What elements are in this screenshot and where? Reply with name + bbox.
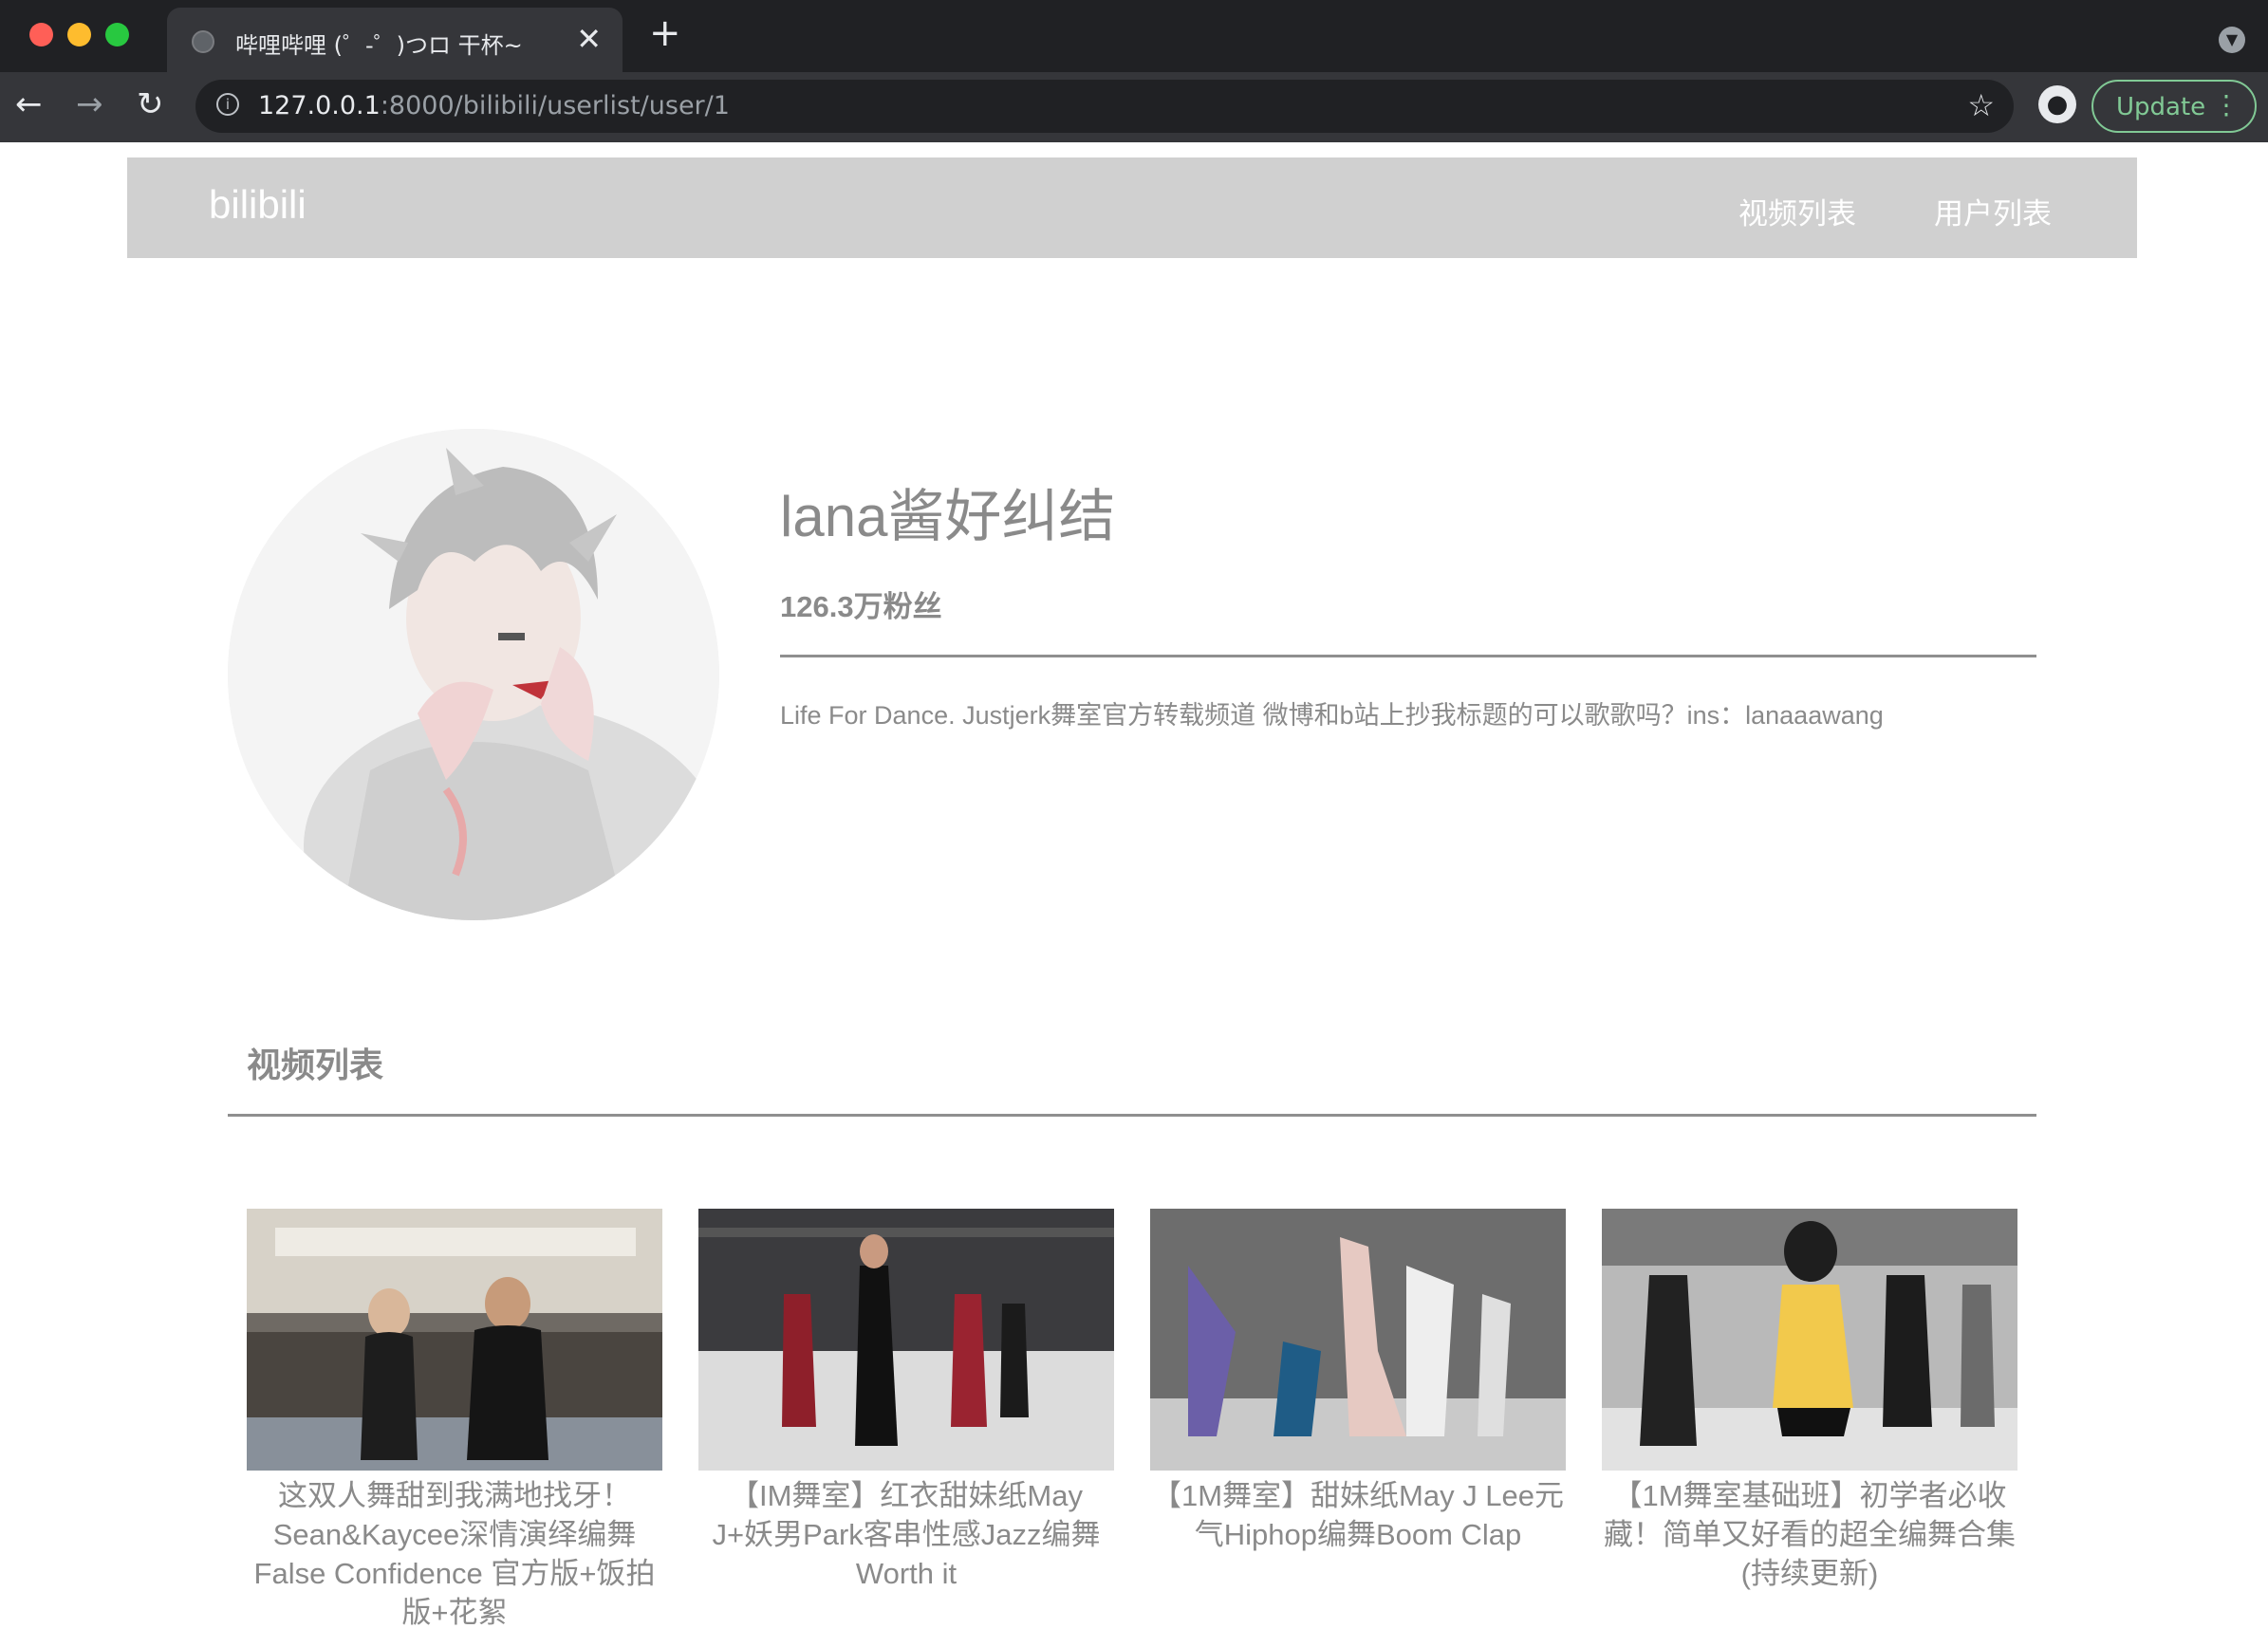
avatar	[228, 429, 719, 920]
divider	[780, 655, 2036, 657]
video-card[interactable]: 【1M舞室基础班】初学者必收藏！简单又好看的超全编舞合集(持续更新)	[1602, 1209, 2017, 1593]
close-icon[interactable]: ✕	[576, 21, 602, 57]
back-arrow-icon[interactable]: ←	[15, 85, 43, 123]
window-minimize-button[interactable]	[67, 23, 91, 46]
star-icon[interactable]: ☆	[1967, 87, 1995, 123]
video-thumbnail[interactable]	[247, 1209, 662, 1471]
video-title[interactable]: 【1M舞室基础班】初学者必收藏！简单又好看的超全编舞合集(持续更新)	[1602, 1476, 2017, 1593]
nav-link-user-list[interactable]: 用户列表	[1934, 190, 2052, 232]
video-thumbnail[interactable]	[698, 1209, 1114, 1471]
tab-title: 哔哩哔哩 (゜-゜)つロ 干杯~	[235, 32, 523, 59]
window-maximize-button[interactable]	[105, 23, 129, 46]
video-list-title: 视频列表	[247, 1046, 384, 1084]
browser-tab-bar: 哔哩哔哩 (゜-゜)つロ 干杯~ ✕ + ▼	[0, 0, 2268, 72]
user-bio: Life For Dance. Justjerk舞室官方转载频道 微博和b站上抄…	[780, 701, 1884, 730]
video-card[interactable]: 【1M舞室】甜妹纸May J Lee元气Hiphop编舞Boom Clap	[1150, 1209, 1566, 1554]
address-bar[interactable]: i 127.0.0.1:8000/bilibili/userlist/user/…	[195, 80, 2014, 133]
fan-count: 126.3万粉丝	[780, 590, 942, 623]
video-thumbnail[interactable]	[1150, 1209, 1566, 1471]
url-text[interactable]: 127.0.0.1:8000/bilibili/userlist/user/1	[258, 91, 730, 120]
divider	[228, 1114, 2036, 1117]
update-label: Update	[2116, 93, 2206, 121]
nav-link-video-list[interactable]: 视频列表	[1738, 190, 1856, 232]
avatar-illustration	[228, 429, 719, 920]
video-thumbnail[interactable]	[1602, 1209, 2017, 1471]
video-card[interactable]: 【IM舞室】红衣甜妹纸May J+妖男Park客串性感Jazz编舞Worth i…	[698, 1209, 1114, 1593]
video-title[interactable]: 【1M舞室】甜妹纸May J Lee元气Hiphop编舞Boom Clap	[1150, 1476, 1566, 1554]
update-button[interactable]: Update ⋮	[2091, 80, 2257, 133]
video-title[interactable]: 【IM舞室】红衣甜妹纸May J+妖男Park客串性感Jazz编舞Worth i…	[698, 1476, 1114, 1593]
video-card[interactable]: 这双人舞甜到我满地找牙！Sean&Kaycee深情演绎编舞False Confi…	[247, 1209, 662, 1632]
username: lana酱好纠结	[780, 485, 1116, 548]
video-title[interactable]: 这双人舞甜到我满地找牙！Sean&Kaycee深情演绎编舞False Confi…	[247, 1476, 662, 1632]
browser-toolbar: ← → ↻ i 127.0.0.1:8000/bilibili/userlist…	[0, 72, 2268, 142]
profile-icon[interactable]: ●	[2038, 85, 2076, 123]
kebab-menu-icon[interactable]: ⋮	[2213, 89, 2240, 120]
browser-tab[interactable]: 哔哩哔哩 (゜-゜)つロ 干杯~ ✕	[167, 8, 623, 72]
tab-search-icon[interactable]: ▼	[2219, 27, 2245, 53]
info-icon[interactable]: i	[216, 93, 239, 116]
forward-arrow-icon[interactable]: →	[76, 85, 103, 123]
window-close-button[interactable]	[29, 23, 53, 46]
globe-icon	[192, 30, 214, 53]
site-navbar: bilibili 视频列表 用户列表	[127, 157, 2137, 258]
plus-icon[interactable]: +	[649, 11, 681, 55]
brand-logo[interactable]: bilibili	[209, 182, 307, 228]
reload-icon[interactable]: ↻	[137, 85, 164, 123]
